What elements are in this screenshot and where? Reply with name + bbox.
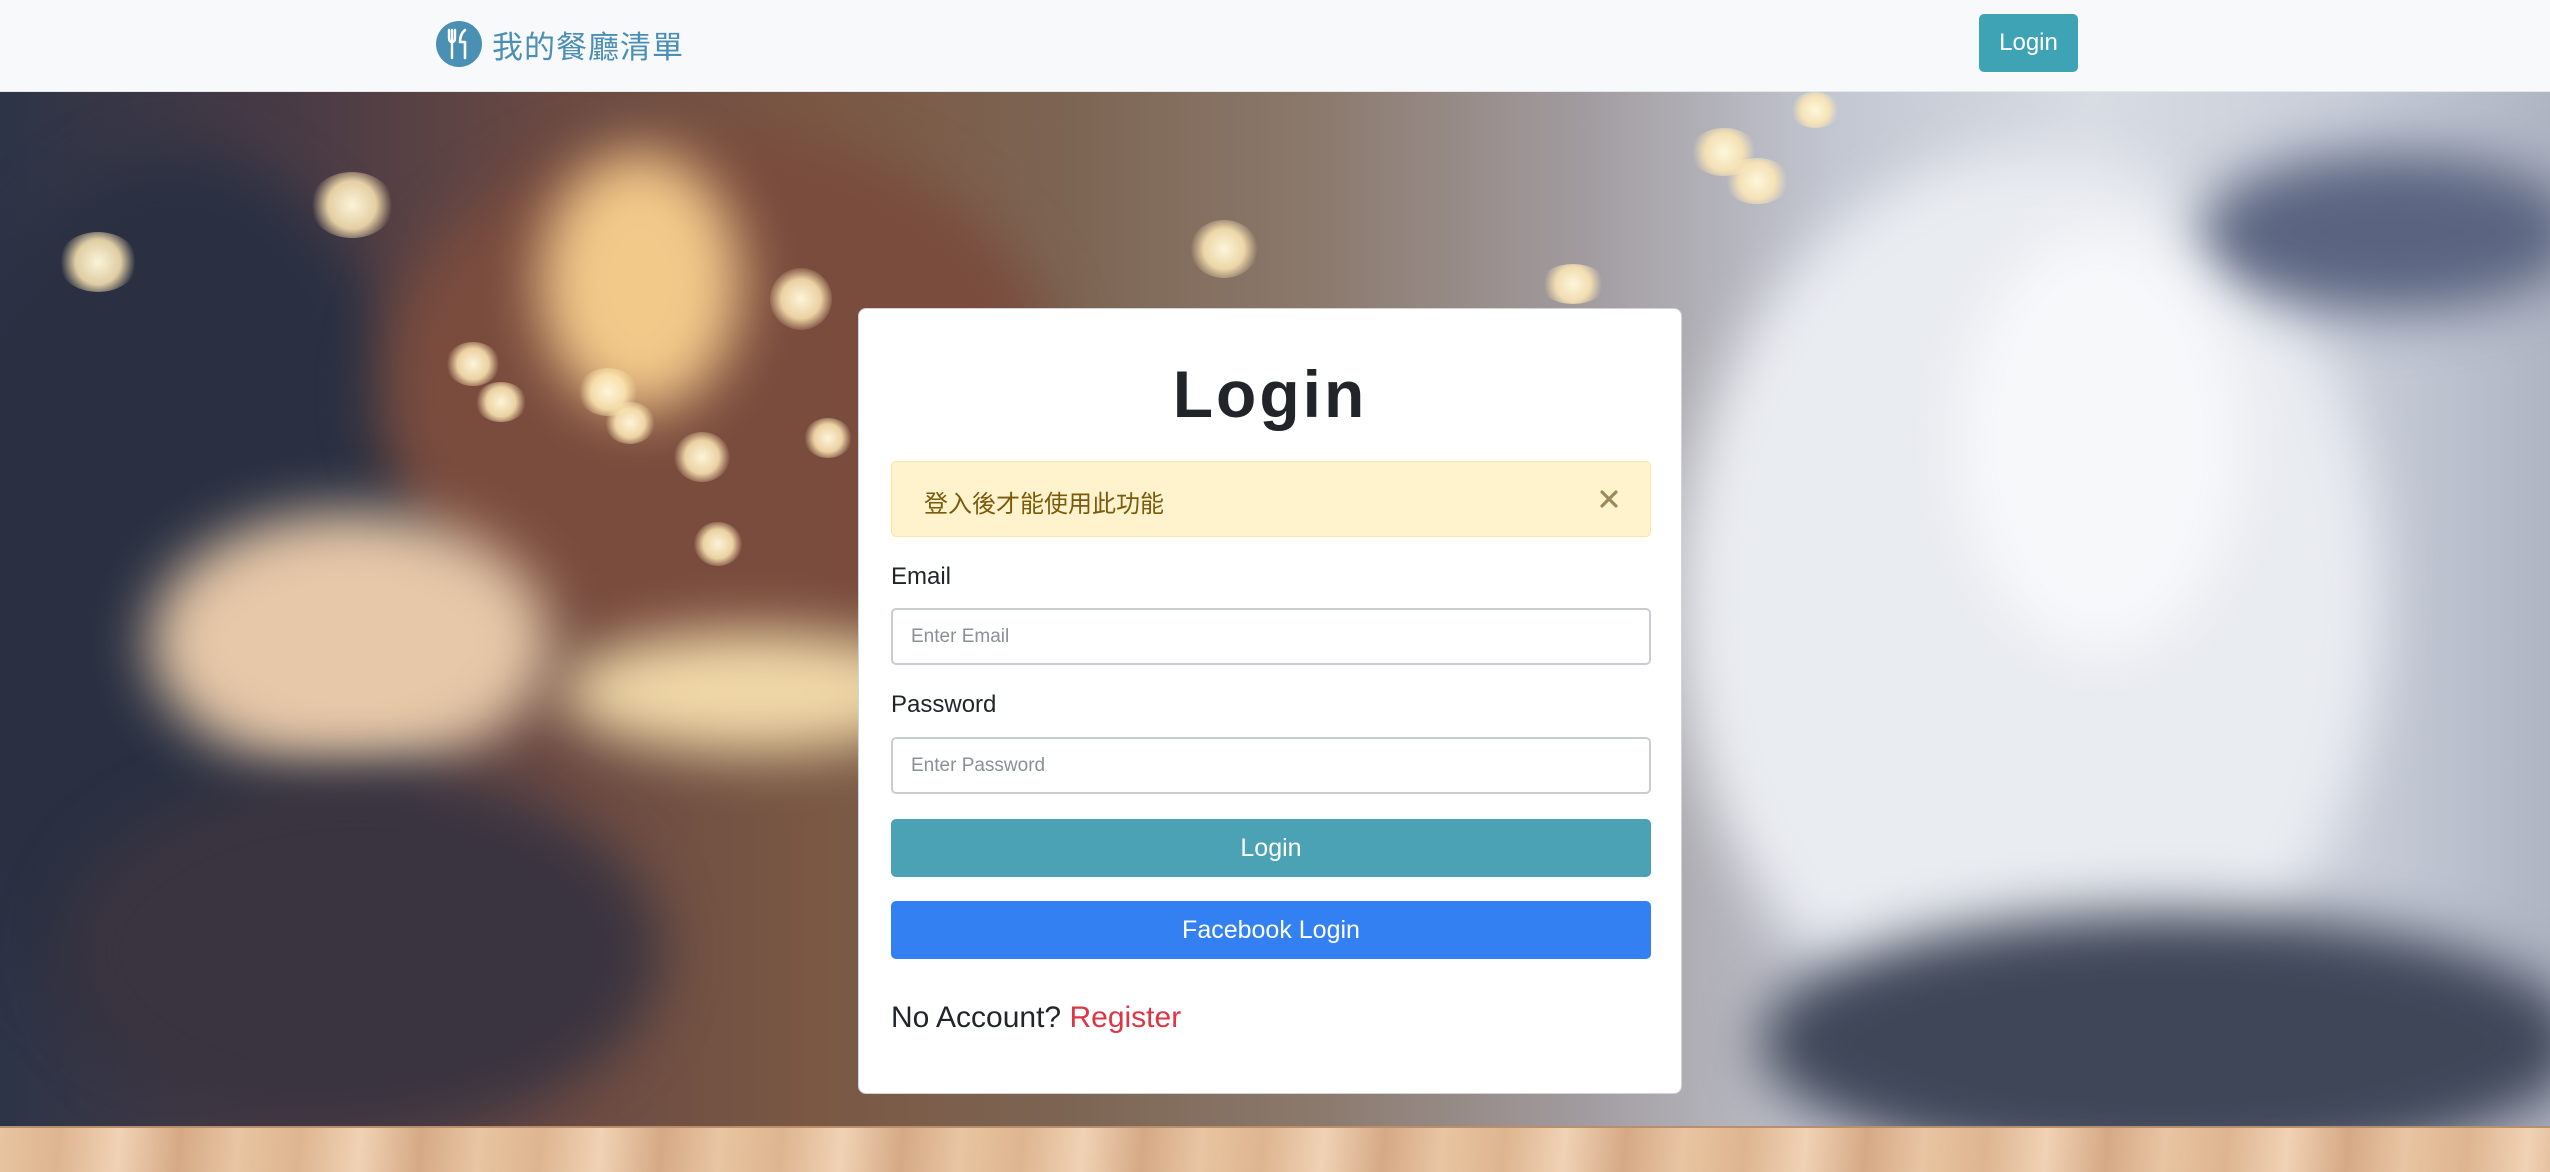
light-bokeh xyxy=(475,382,527,422)
background-shape xyxy=(1960,232,2240,652)
password-field[interactable] xyxy=(891,737,1651,794)
alert-close-button[interactable] xyxy=(1590,480,1628,518)
background-shape xyxy=(60,772,660,1132)
email-field[interactable] xyxy=(891,608,1651,665)
register-prompt: No Account? xyxy=(891,1001,1062,1034)
alert-message: 登入後才能使用此功能 xyxy=(924,490,1164,518)
light-bokeh xyxy=(1190,220,1258,278)
register-prompt-line: No Account? Register xyxy=(891,1001,1181,1035)
light-bokeh xyxy=(1540,264,1606,304)
light-bokeh xyxy=(804,418,852,458)
utensils-icon xyxy=(436,21,482,67)
light-bokeh xyxy=(1790,92,1840,128)
light-bokeh xyxy=(310,172,394,238)
login-card: Login 登入後才能使用此功能 Email Password Login Fa… xyxy=(858,308,1682,1094)
light-bokeh xyxy=(770,268,832,330)
background-shape xyxy=(150,512,550,772)
email-label: Email xyxy=(891,563,952,590)
background-shape xyxy=(540,152,740,412)
light-bokeh xyxy=(694,522,742,566)
warning-alert: 登入後才能使用此功能 xyxy=(891,461,1651,537)
facebook-login-button[interactable]: Facebook Login xyxy=(891,901,1651,959)
close-icon xyxy=(1600,490,1618,508)
wooden-tabletop xyxy=(0,1126,2550,1172)
brand-link[interactable]: 我的餐廳清單 xyxy=(436,20,684,68)
register-link[interactable]: Register xyxy=(1069,1001,1181,1034)
nav-login-button[interactable]: Login xyxy=(1979,14,2078,72)
brand-title: 我的餐廳清單 xyxy=(492,29,684,66)
password-label: Password xyxy=(891,691,997,718)
login-button[interactable]: Login xyxy=(891,819,1651,877)
light-bokeh xyxy=(58,232,138,292)
light-bokeh xyxy=(1724,158,1790,204)
page-title: Login xyxy=(1172,357,1368,431)
light-bokeh xyxy=(605,402,655,444)
navbar: 我的餐廳清單 Login xyxy=(0,0,2550,92)
light-bokeh xyxy=(674,432,730,482)
light-bokeh xyxy=(446,342,500,386)
